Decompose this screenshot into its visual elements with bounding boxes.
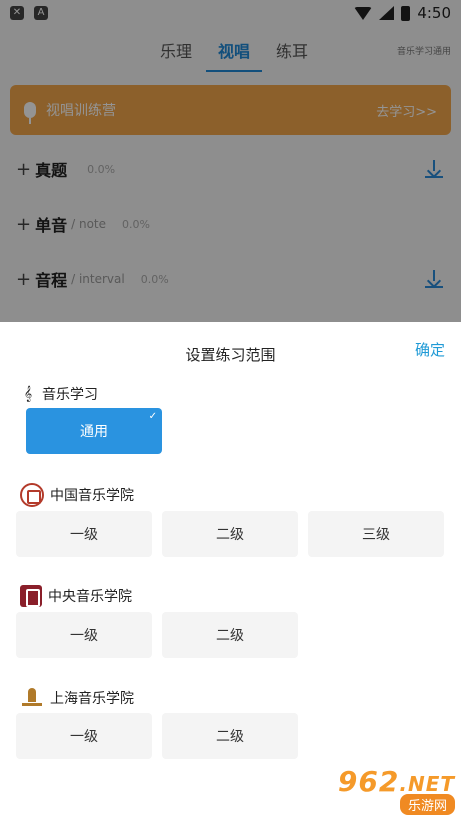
option-level[interactable]: 二级 (162, 612, 298, 658)
section-header: 中国音乐学院 (20, 483, 134, 507)
watermark-sub: 乐游网 (399, 794, 455, 815)
option-label: 一级 (70, 729, 98, 745)
option-level[interactable]: 二级 (162, 713, 298, 759)
option-general[interactable]: 通用 ✓ (26, 408, 162, 454)
section-header: 上海音乐学院 (20, 686, 134, 710)
option-label: 二级 (216, 527, 244, 543)
option-label: 二级 (216, 729, 244, 745)
practice-range-sheet: 设置练习范围 确定 𝄞 音乐学习 通用 ✓ 中国音乐学院 一级 二级 三级 中央… (0, 322, 461, 821)
option-level[interactable]: 一级 (16, 612, 152, 658)
option-label: 一级 (70, 628, 98, 644)
option-level[interactable]: 一级 (16, 511, 152, 557)
ccm-logo-icon (20, 585, 42, 607)
section-header: 𝄞 音乐学习 (20, 383, 98, 405)
shcm-logo-icon (20, 686, 44, 710)
section-name: 音乐学习 (42, 387, 98, 403)
check-icon: ✓ (148, 411, 157, 422)
option-label: 一级 (70, 527, 98, 543)
section-name: 中央音乐学院 (48, 589, 132, 605)
treble-clef-icon: 𝄞 (23, 386, 33, 402)
confirm-button[interactable]: 确定 (415, 339, 445, 360)
ccom-logo-icon (20, 483, 44, 507)
watermark-brand: 962 (337, 765, 400, 798)
watermark: 962.NET 乐游网 (338, 765, 455, 815)
option-level[interactable]: 三级 (308, 511, 444, 557)
option-label: 通用 (80, 424, 108, 440)
option-label: 二级 (216, 628, 244, 644)
option-level[interactable]: 一级 (16, 713, 152, 759)
sheet-title: 设置练习范围 (185, 346, 276, 364)
option-level[interactable]: 二级 (162, 511, 298, 557)
section-name: 中国音乐学院 (50, 488, 134, 504)
section-name: 上海音乐学院 (50, 691, 134, 707)
watermark-tld: .NET (399, 772, 455, 796)
option-label: 三级 (362, 527, 390, 543)
section-header: 中央音乐学院 (20, 585, 132, 607)
